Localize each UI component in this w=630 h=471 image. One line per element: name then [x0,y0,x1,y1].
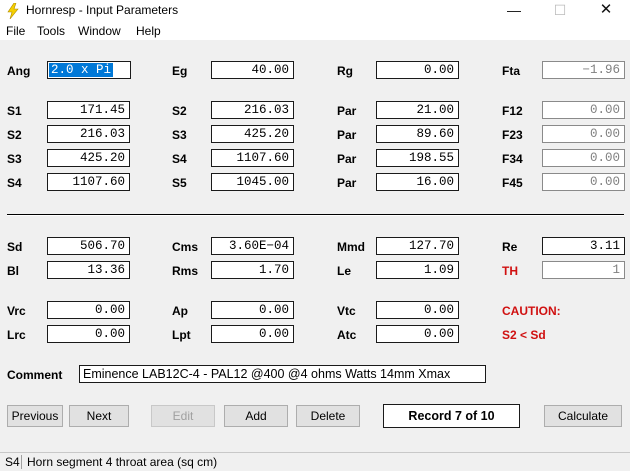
s3-field[interactable]: 425.20 [47,149,130,167]
s1-field[interactable]: 171.45 [47,101,130,119]
th-field: 1 [542,261,625,279]
label-ang: Ang [7,64,31,78]
rms-field[interactable]: 1.70 [211,261,294,279]
lightning-bolt-icon [7,3,19,19]
label-s2: S2 [7,128,22,142]
window-title: Hornresp - Input Parameters [26,3,179,17]
label-par3: Par [337,152,357,166]
label-f34: F34 [502,152,523,166]
section-divider [7,214,624,216]
caution-message: S2 < Sd [502,328,546,342]
vrc-field[interactable]: 0.00 [47,301,130,319]
label-lpt: Lpt [172,328,191,342]
close-button[interactable]: ✕ [583,0,629,22]
s2-seg1-field[interactable]: 216.03 [211,101,294,119]
par3-field[interactable]: 198.55 [376,149,459,167]
label-th: TH [502,264,518,278]
rg-field[interactable]: 0.00 [376,61,459,79]
menu-tools[interactable]: Tools [37,24,65,38]
label-rms: Rms [172,264,199,278]
status-field: S4 [5,455,20,469]
label-s2-seg1: S2 [172,104,187,118]
previous-button[interactable]: Previous [7,405,63,427]
label-s1: S1 [7,104,22,118]
label-par2: Par [337,128,357,142]
label-ap: Ap [172,304,188,318]
f12-field: 0.00 [542,101,625,119]
record-indicator: Record 7 of 10 [383,404,520,428]
label-s4: S4 [7,176,22,190]
label-comment: Comment [7,368,63,382]
vtc-field[interactable]: 0.00 [376,301,459,319]
ap-field[interactable]: 0.00 [211,301,294,319]
comment-field[interactable]: Eminence LAB12C-4 - PAL12 @400 @4 ohms W… [79,365,486,383]
add-button[interactable]: Add [224,405,288,427]
atc-field[interactable]: 0.00 [376,325,459,343]
label-mmd: Mmd [337,240,365,254]
calculate-button[interactable]: Calculate [544,405,622,427]
fta-field: −1.96 [542,61,625,79]
label-vtc: Vtc [337,304,356,318]
ang-value: 2.0 x Pi [49,63,114,77]
cms-field[interactable]: 3.60E−04 [211,237,294,255]
label-s3-seg2: S3 [172,128,187,142]
label-le: Le [337,264,352,278]
par2-field[interactable]: 89.60 [376,125,459,143]
eg-field[interactable]: 40.00 [211,61,294,79]
s3-seg2-field[interactable]: 425.20 [211,125,294,143]
label-rg: Rg [337,64,353,78]
sd-field[interactable]: 506.70 [47,237,130,255]
menu-file[interactable]: File [6,24,25,38]
lpt-field[interactable]: 0.00 [211,325,294,343]
ang-field[interactable]: 2.0 x Pi [47,61,131,79]
le-field[interactable]: 1.09 [376,261,459,279]
label-vrc: Vrc [7,304,26,318]
label-par1: Par [337,104,357,118]
s2-field[interactable]: 216.03 [47,125,130,143]
label-re: Re [502,240,518,254]
label-f23: F23 [502,128,523,142]
status-description: Horn segment 4 throat area (sq cm) [27,455,218,469]
label-atc: Atc [337,328,357,342]
maximize-button[interactable]: ☐ [537,0,583,22]
f34-field: 0.00 [542,149,625,167]
label-f12: F12 [502,104,523,118]
label-eg: Eg [172,64,188,78]
edit-button[interactable]: Edit [151,405,215,427]
label-par4: Par [337,176,357,190]
menu-help[interactable]: Help [136,24,161,38]
s4-seg3-field[interactable]: 1107.60 [211,149,294,167]
label-s5: S5 [172,176,187,190]
menu-bar: File Tools Window Help [0,22,630,40]
minimize-button[interactable]: — [491,0,537,22]
mmd-field[interactable]: 127.70 [376,237,459,255]
menu-window[interactable]: Window [78,24,121,38]
label-lrc: Lrc [7,328,26,342]
label-bl: Bl [7,264,19,278]
label-f45: F45 [502,176,523,190]
f45-field: 0.00 [542,173,625,191]
label-cms: Cms [172,240,199,254]
status-bar: S4 Horn segment 4 throat area (sq cm) [0,452,630,471]
s4-field[interactable]: 1107.60 [47,173,130,191]
delete-button[interactable]: Delete [296,405,360,427]
par1-field[interactable]: 21.00 [376,101,459,119]
label-s3: S3 [7,152,22,166]
s5-field[interactable]: 1045.00 [211,173,294,191]
caution-title: CAUTION: [502,304,561,318]
next-button[interactable]: Next [69,405,129,427]
bl-field[interactable]: 13.36 [47,261,130,279]
par4-field[interactable]: 16.00 [376,173,459,191]
label-s4-seg3: S4 [172,152,187,166]
lrc-field[interactable]: 0.00 [47,325,130,343]
label-sd: Sd [7,240,23,254]
title-bar: Hornresp - Input Parameters — ☐ ✕ [0,0,630,22]
status-separator [21,455,22,469]
f23-field: 0.00 [542,125,625,143]
label-fta: Fta [502,64,520,78]
re-field[interactable]: 3.11 [542,237,625,255]
